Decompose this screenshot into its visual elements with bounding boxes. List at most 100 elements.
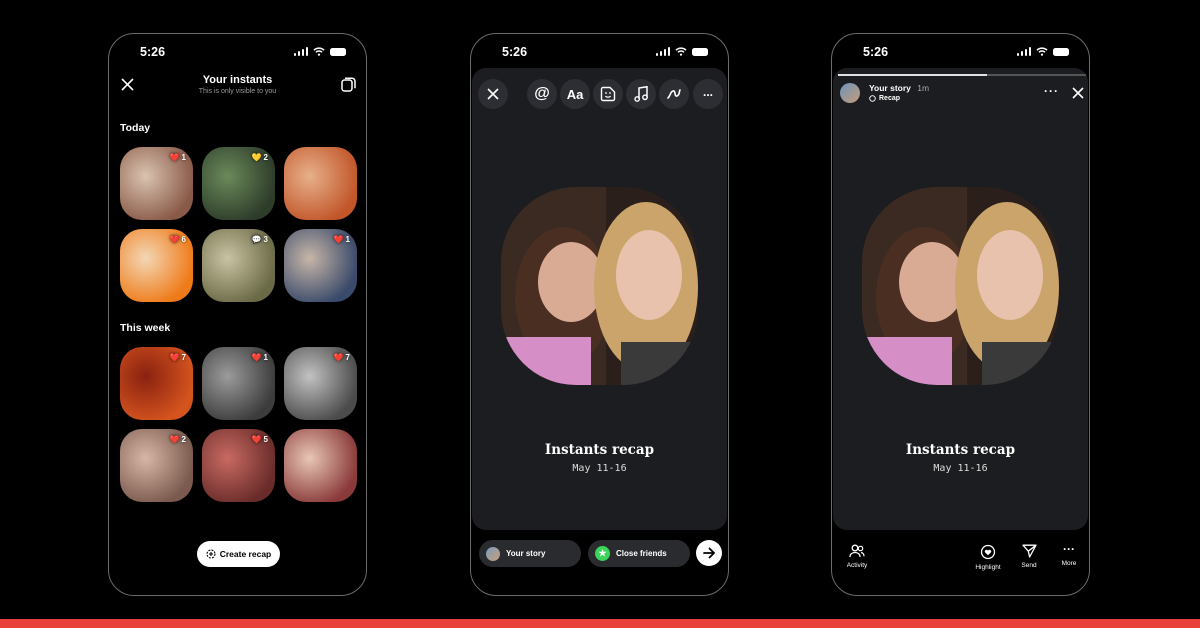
battery-icon (1053, 47, 1069, 56)
sticker-icon (600, 86, 616, 102)
activity-label: Activity (846, 562, 868, 569)
instants-phone: 5:26 Your instants This is only visible … (108, 33, 367, 596)
battery-icon (330, 47, 346, 56)
recap-date: May 11-16 (933, 463, 988, 474)
your-story-label: Your story (506, 549, 546, 558)
status-time: 5:26 (863, 45, 889, 59)
reaction-badge: ❤️ 2 (169, 435, 186, 444)
story-tag[interactable]: Recap (869, 95, 900, 102)
reaction-badge: ❤️ 1 (333, 235, 350, 244)
battery-icon (692, 47, 708, 56)
music-icon (634, 86, 648, 102)
mention-icon: @ (534, 85, 550, 102)
send-button[interactable]: Send (1015, 544, 1043, 569)
story-viewer-phone: 5:26 Your story 1m Recap ··· Instants re… (831, 33, 1090, 596)
recap-photo-image (862, 187, 1059, 385)
signal-icon (293, 47, 308, 56)
text-icon: Aa (566, 86, 584, 102)
draw-icon (667, 89, 681, 99)
sticker-tool-button[interactable] (593, 79, 623, 109)
page-subtitle: This is only visible to you (198, 88, 277, 95)
close-button[interactable] (478, 79, 508, 109)
copy-icon[interactable] (341, 77, 356, 92)
instant-tile[interactable] (284, 147, 357, 220)
story-age: 1m (917, 83, 930, 93)
music-tool-button[interactable] (626, 79, 656, 109)
status-icons (293, 47, 346, 56)
avatar[interactable] (840, 83, 860, 103)
today-grid: ❤️ 1 💛 2 ❤️ 6 💬 3 ❤️ 1 (120, 147, 357, 302)
send-label: Send (1021, 562, 1037, 569)
mention-tool-button[interactable]: @ (527, 79, 557, 109)
share-next-button[interactable] (696, 540, 722, 566)
reaction-badge: ❤️ 6 (169, 235, 186, 244)
close-icon (487, 88, 499, 100)
send-icon (1021, 544, 1037, 558)
status-time: 5:26 (140, 45, 166, 59)
activity-icon (849, 544, 865, 558)
signal-icon (655, 47, 670, 56)
status-bar: 5:26 (832, 34, 1089, 68)
close-friends-label: Close friends (616, 549, 667, 558)
page-title: Your instants (202, 74, 273, 86)
instant-tile[interactable]: ❤️ 2 (120, 429, 193, 502)
wifi-icon (1036, 47, 1048, 56)
status-icons (1016, 47, 1069, 56)
create-recap-button[interactable]: Create recap (197, 541, 280, 567)
recap-icon (206, 549, 216, 559)
activity-button[interactable]: Activity (842, 544, 872, 569)
story-header: Your story 1m (869, 83, 929, 93)
story-name: Your story (869, 83, 911, 93)
instant-tile[interactable]: ❤️ 5 (202, 429, 275, 502)
highlight-icon (980, 544, 996, 560)
reaction-badge: 💬 3 (251, 235, 268, 244)
more-tools-button[interactable]: ... (693, 79, 723, 109)
text-tool-button[interactable]: Aa (560, 79, 590, 109)
reaction-badge: ❤️ 7 (169, 353, 186, 362)
highlight-button[interactable]: Highlight (971, 544, 1005, 571)
recap-photo (862, 187, 1059, 385)
story-progress-fill (838, 74, 987, 76)
star-icon: ★ (595, 546, 610, 561)
instant-tile[interactable]: ❤️ 1 (284, 229, 357, 302)
reaction-badge: ❤️ 1 (169, 153, 186, 162)
your-story-button[interactable]: Your story (479, 540, 581, 567)
reaction-badge: ❤️ 1 (251, 353, 268, 362)
recap-date: May 11-16 (572, 463, 627, 474)
more-options-icon[interactable]: ··· (1044, 84, 1059, 98)
instant-tile[interactable]: ❤️ 7 (120, 347, 193, 420)
arrow-right-icon (702, 547, 715, 559)
close-icon[interactable] (1072, 87, 1084, 99)
instant-tile[interactable]: ❤️ 7 (284, 347, 357, 420)
status-bar: 5:26 (109, 34, 366, 68)
recap-title: Instants recap (544, 442, 655, 458)
create-recap-label: Create recap (219, 549, 272, 559)
story-editor-phone: 5:26 @ Aa ... Instants recap May 11-16 Y… (470, 33, 729, 596)
section-today-label: Today (120, 122, 151, 134)
reaction-badge: ❤️ 7 (333, 353, 350, 362)
instant-tile[interactable]: 💛 2 (202, 147, 275, 220)
reaction-badge: ❤️ 5 (251, 435, 268, 444)
status-bar: 5:26 (471, 34, 728, 68)
reaction-badge: 💛 2 (251, 153, 268, 162)
highlight-label: Highlight (975, 564, 1001, 571)
signal-icon (1016, 47, 1031, 56)
recap-photo (501, 187, 698, 385)
instant-tile[interactable]: ❤️ 1 (202, 347, 275, 420)
recap-photo-image (501, 187, 698, 385)
draw-tool-button[interactable] (659, 79, 689, 109)
story-tag-label: Recap (879, 95, 901, 102)
status-icons (655, 47, 708, 56)
close-friends-button[interactable]: ★ Close friends (588, 540, 690, 567)
this-week-grid: ❤️ 7 ❤️ 1 ❤️ 7 ❤️ 2 ❤️ 5 (120, 347, 357, 502)
more-button[interactable]: ··· More (1055, 543, 1083, 567)
instant-tile[interactable]: ❤️ 6 (120, 229, 193, 302)
section-this-week-label: This week (120, 322, 171, 334)
instant-tile[interactable]: ❤️ 1 (120, 147, 193, 220)
recap-title: Instants recap (905, 442, 1016, 458)
instant-tile[interactable]: 💬 3 (202, 229, 275, 302)
brand-accent-bar (0, 619, 1200, 628)
instant-tile[interactable] (284, 429, 357, 502)
recap-icon (869, 95, 876, 102)
wifi-icon (313, 47, 325, 56)
